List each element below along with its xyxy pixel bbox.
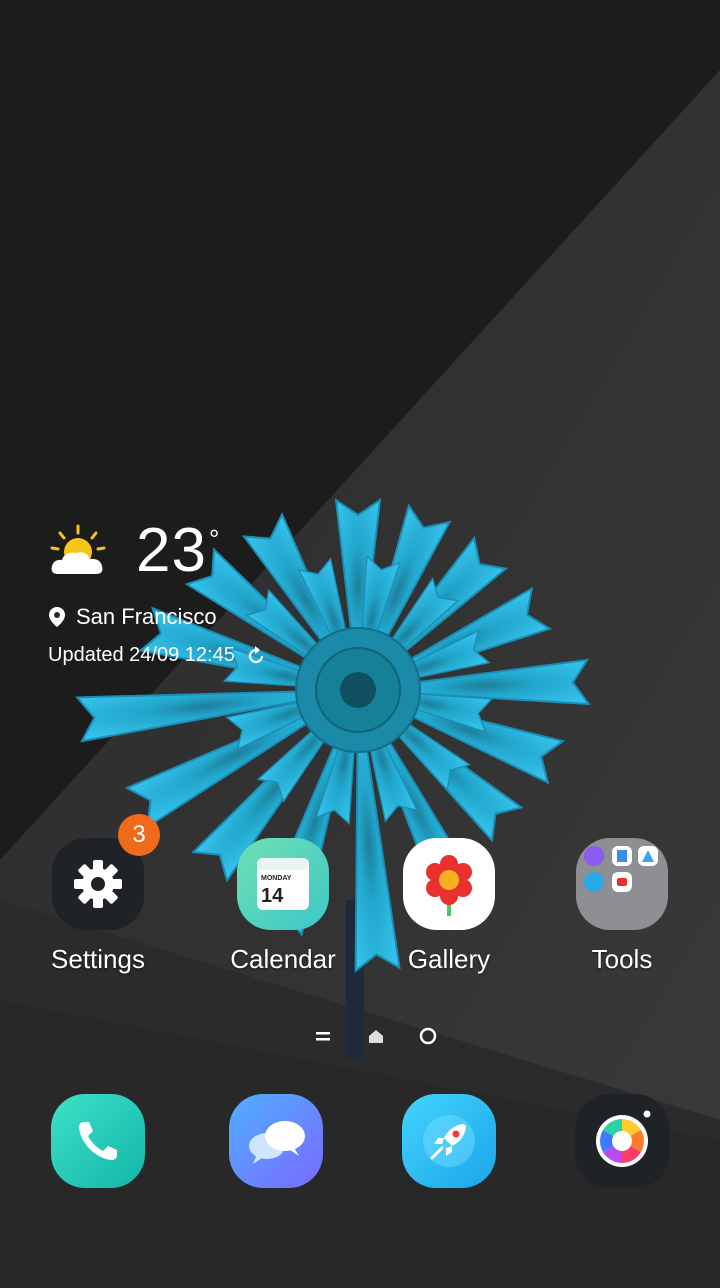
page-dot-home[interactable]	[369, 1030, 383, 1043]
svg-text:MONDAY: MONDAY	[261, 875, 292, 882]
calendar-icon: MONDAY 14	[257, 858, 309, 910]
camera-app-icon[interactable]	[575, 1094, 669, 1188]
app-label: Settings	[51, 944, 145, 974]
gallery-app-icon[interactable]	[403, 838, 495, 930]
refresh-icon[interactable]	[245, 645, 267, 667]
home-screen: 23° San Francisco Updated 24/09 12:45 3 …	[0, 0, 720, 1288]
dock-messages[interactable]	[201, 1094, 351, 1188]
temperature: 23°	[136, 516, 221, 585]
folder-icon	[584, 846, 658, 892]
app-gallery[interactable]: Gallery	[374, 838, 524, 975]
svg-text:14: 14	[261, 885, 284, 907]
dock-booster[interactable]	[374, 1094, 524, 1188]
booster-app-icon[interactable]	[402, 1094, 496, 1188]
notification-badge: 3	[118, 814, 160, 856]
app-settings[interactable]: 3 Settings	[23, 814, 173, 975]
app-calendar[interactable]: MONDAY 14 Calendar	[208, 838, 358, 975]
page-dot-current[interactable]	[419, 1027, 437, 1045]
messages-icon	[249, 1121, 305, 1164]
flower-icon	[426, 855, 472, 916]
calendar-app-icon[interactable]: MONDAY 14	[237, 838, 329, 930]
app-label: Calendar	[230, 944, 336, 974]
updated-label: Updated 24/09 12:45	[48, 644, 235, 666]
phone-icon	[79, 1122, 117, 1160]
page-indicator	[316, 1027, 437, 1045]
location-pin-icon	[49, 607, 65, 627]
location-label: San Francisco	[76, 604, 217, 629]
dock-camera[interactable]	[547, 1094, 697, 1188]
settings-app-icon[interactable]: 3	[52, 814, 160, 930]
app-tools-folder[interactable]: Tools	[547, 838, 697, 975]
camera-icon	[596, 1110, 651, 1167]
dock-phone[interactable]	[23, 1094, 173, 1188]
page-dot-menu[interactable]	[316, 1032, 330, 1041]
weather-widget[interactable]: 23° San Francisco Updated 24/09 12:45	[48, 520, 267, 667]
phone-app-icon[interactable]	[51, 1094, 145, 1188]
app-label: Tools	[591, 944, 653, 974]
rocket-icon	[423, 1115, 475, 1167]
tools-folder-icon[interactable]	[576, 838, 668, 930]
app-label: Gallery	[407, 944, 491, 974]
messages-app-icon[interactable]	[229, 1094, 323, 1188]
partly-cloudy-icon	[50, 524, 106, 574]
